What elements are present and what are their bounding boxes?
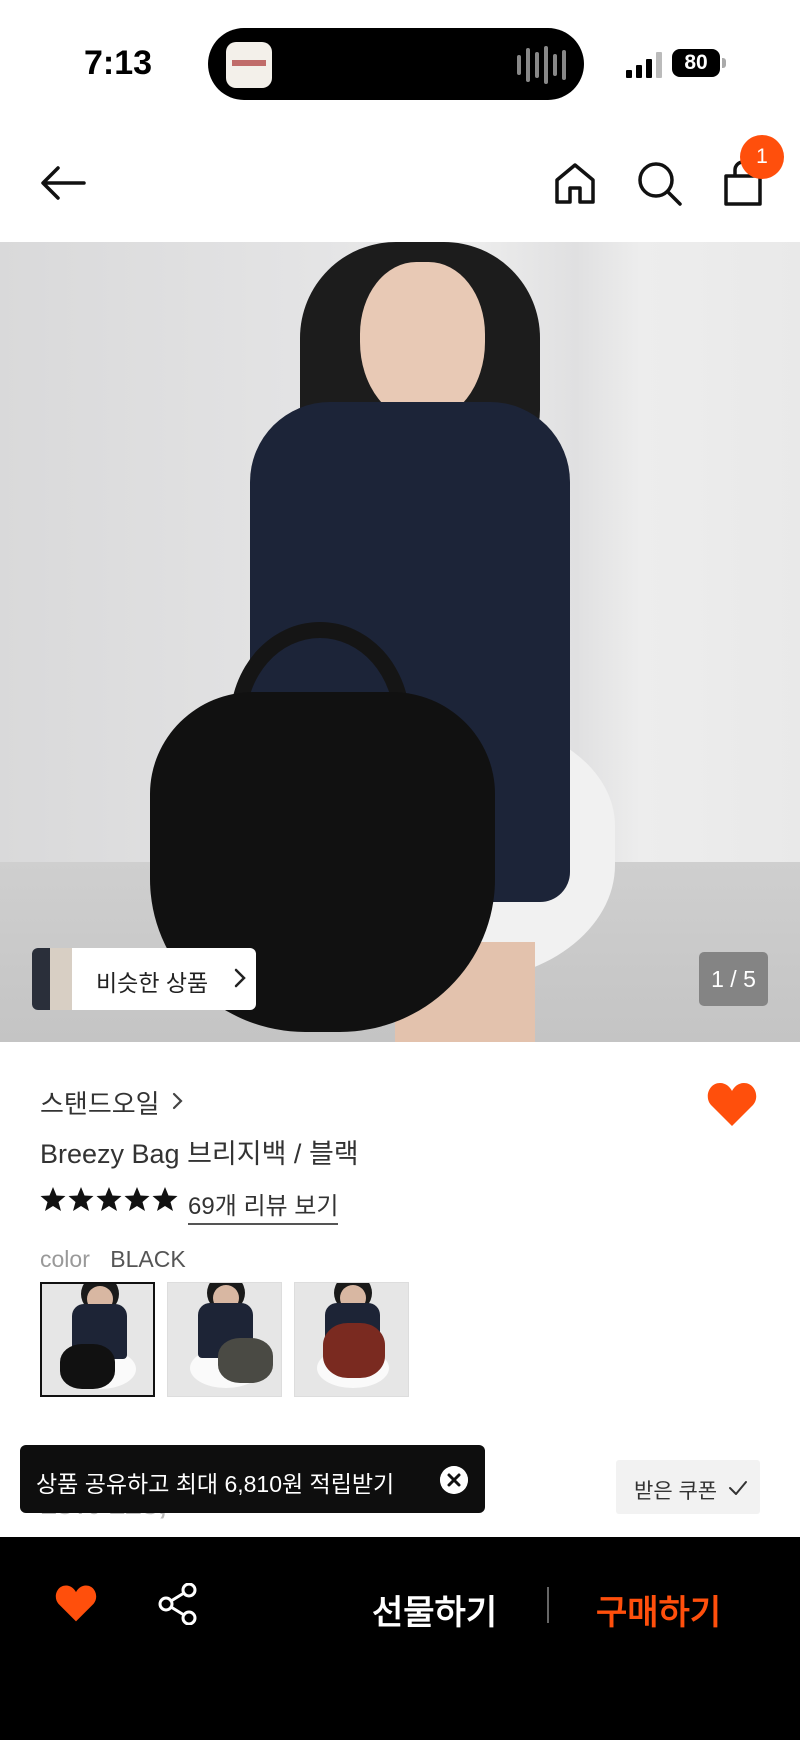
color-value-label: BLACK [110, 1246, 186, 1272]
similar-products-button[interactable]: 비슷한 상품 [32, 948, 256, 1010]
share-reward-toast: 상품 공유하고 최대 6,810원 적립받기 [20, 1445, 485, 1513]
search-icon[interactable] [634, 158, 684, 208]
back-arrow-icon[interactable] [38, 158, 88, 208]
star-icon [40, 1187, 66, 1211]
toast-text: 상품 공유하고 최대 6,810원 적립받기 [36, 1471, 395, 1497]
bottom-action-bar: 선물하기 구매하기 [0, 1537, 800, 1740]
product-title: Breezy Bag 브리지백 / 블랙 [40, 1139, 359, 1169]
color-swatches [40, 1282, 409, 1397]
check-icon [729, 1481, 747, 1495]
cart-count-badge: 1 [740, 135, 784, 179]
star-icon [96, 1187, 122, 1211]
gift-button[interactable]: 선물하기 [372, 1585, 497, 1634]
star-icon [68, 1187, 94, 1211]
image-page-indicator: 1 / 5 [699, 952, 768, 1006]
similar-products-thumbnail [32, 948, 72, 1010]
top-navigation [0, 120, 800, 242]
buy-button[interactable]: 구매하기 [596, 1585, 721, 1634]
swatch-bag-black [60, 1344, 115, 1389]
chevron-right-icon [234, 968, 246, 988]
close-icon[interactable] [440, 1466, 468, 1494]
color-swatch-grey[interactable] [167, 1282, 282, 1397]
coupon-label: 받은 쿠폰 [634, 1480, 718, 1503]
home-icon[interactable] [550, 158, 600, 208]
received-coupon-button[interactable]: 받은 쿠폰 [616, 1460, 760, 1514]
bottom-bar-divider [547, 1587, 549, 1623]
cellular-signal-icon [626, 52, 662, 78]
color-swatch-black[interactable] [40, 1282, 155, 1397]
star-icon [124, 1187, 150, 1211]
battery-icon: 80 [672, 49, 720, 77]
now-playing-app-icon [226, 42, 272, 88]
model-face [360, 262, 485, 422]
wishlist-heart-icon[interactable] [706, 1080, 758, 1128]
battery-cap [722, 58, 726, 68]
swatch-bag-grey [218, 1338, 273, 1383]
swatch-bag-brown [323, 1323, 385, 1378]
brand-name-link[interactable]: 스탠드오일 [40, 1084, 160, 1121]
status-bar: 7:13 80 [0, 0, 800, 120]
color-swatch-brown[interactable] [294, 1282, 409, 1397]
similar-products-label: 비슷한 상품 [96, 970, 209, 996]
share-icon[interactable] [158, 1583, 198, 1625]
audio-wave-icon [517, 46, 566, 84]
product-image-gallery[interactable] [0, 242, 800, 1042]
status-time: 7:13 [84, 44, 153, 82]
review-link[interactable]: 69개 리뷰 보기 [188, 1186, 339, 1225]
heart-icon[interactable] [54, 1583, 98, 1623]
star-icon [152, 1187, 178, 1211]
chevron-right-icon [172, 1092, 183, 1110]
dynamic-island [208, 28, 584, 100]
color-key-label: color [40, 1246, 90, 1272]
color-option-row: color BLACK [40, 1246, 186, 1273]
rating-stars [40, 1186, 178, 1212]
